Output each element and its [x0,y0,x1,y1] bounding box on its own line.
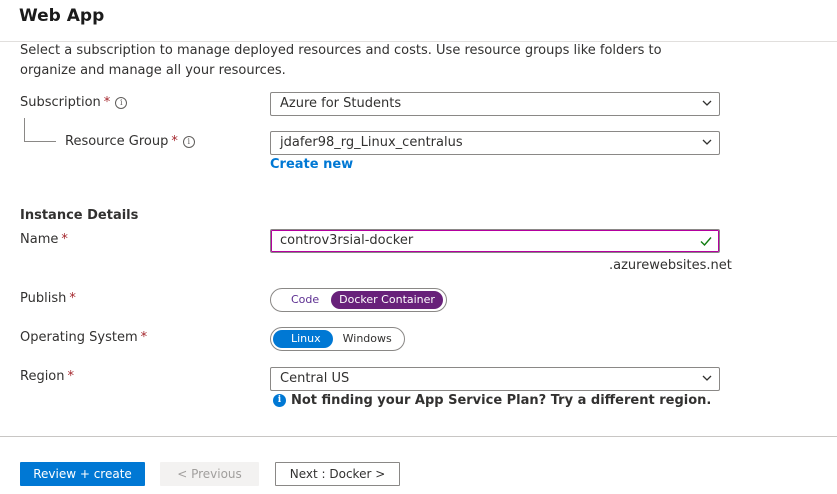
required-marker: * [67,369,75,384]
publish-toggle[interactable]: Code Docker Container [270,288,447,312]
name-label: Name [20,232,59,247]
region-value: Central US [280,371,350,386]
tree-connector-vertical [24,118,25,141]
os-option-windows[interactable]: Windows [333,330,400,348]
page-description: Select a subscription to manage deployed… [20,43,662,78]
previous-button[interactable]: < Previous [160,462,259,486]
subscription-select[interactable]: Azure for Students [270,92,720,116]
region-label: Region [20,369,65,384]
os-option-linux[interactable]: Linux [273,330,333,348]
info-icon[interactable]: i [115,97,128,109]
publish-option-code[interactable]: Code [273,291,331,309]
region-label-row: Region * [20,369,74,384]
domain-suffix: .azurewebsites.net [609,258,732,273]
name-input[interactable]: controv3rsial-docker [270,229,720,253]
os-label-row: Operating System * [20,330,147,345]
publish-option-docker-container[interactable]: Docker Container [331,291,443,309]
os-toggle[interactable]: Linux Windows [270,327,405,351]
footer-divider [0,436,837,437]
publish-label-row: Publish * [20,291,76,306]
subscription-label: Subscription [20,95,101,110]
page-title: Web App [19,6,105,26]
resource-group-label-row: Resource Group * i [65,134,195,149]
subscription-label-row: Subscription * i [20,95,128,110]
region-select[interactable]: Central US [270,367,720,391]
publish-label: Publish [20,291,67,306]
instance-details-heading: Instance Details [20,208,139,223]
chevron-down-icon [702,375,712,381]
create-new-link[interactable]: Create new [270,157,353,172]
required-marker: * [171,134,178,149]
info-icon[interactable]: i [182,136,195,148]
name-label-row: Name * [20,232,68,247]
tree-connector-horizontal [24,141,56,142]
required-marker: * [61,232,68,247]
name-value: controv3rsial-docker [280,233,414,248]
region-notice: i Not finding your App Service Plan? Try… [273,393,711,408]
next-docker-button[interactable]: Next : Docker > [275,462,400,486]
info-filled-icon: i [273,394,286,407]
chevron-down-icon [702,100,712,106]
resource-group-select[interactable]: jdafer98_rg_Linux_centralus [270,131,720,155]
page-header [0,0,837,42]
resource-group-label: Resource Group [65,134,169,149]
subscription-value: Azure for Students [280,96,402,111]
chevron-down-icon [702,139,712,145]
required-marker: * [103,95,111,110]
region-notice-text: Not finding your App Service Plan? Try a… [291,393,712,408]
resource-group-value: jdafer98_rg_Linux_centralus [280,135,463,150]
required-marker: * [69,291,76,306]
checkmark-icon [700,237,712,247]
review-create-button[interactable]: Review + create [20,462,145,486]
os-label: Operating System [20,330,138,345]
required-marker: * [140,330,148,345]
